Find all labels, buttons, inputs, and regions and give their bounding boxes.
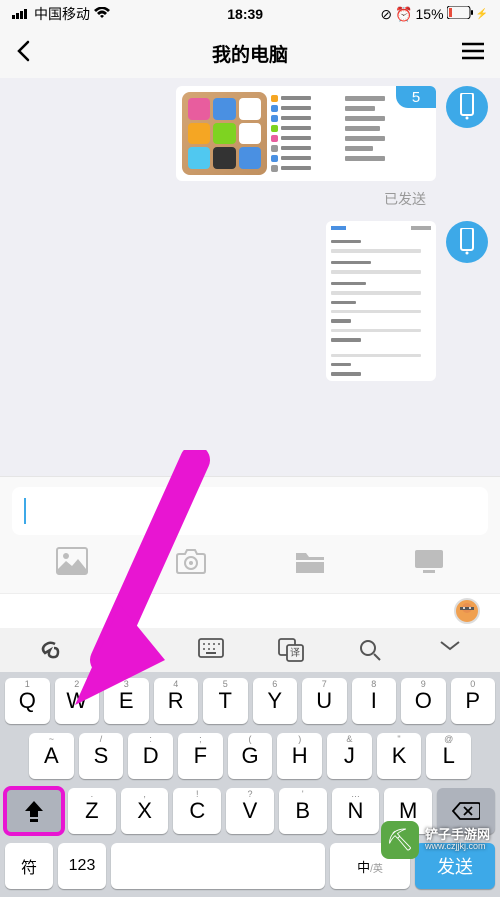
camera-icon[interactable] xyxy=(175,547,207,575)
battery-icon xyxy=(447,6,473,22)
key-x[interactable]: ,X xyxy=(121,788,169,834)
keyboard-edit-icon[interactable] xyxy=(198,638,222,662)
keyboard: 1Q2W3E4R5T6Y7U8I9O0P ~A/S:D;F(G)H&J"K@L … xyxy=(0,672,500,897)
key-j[interactable]: &J xyxy=(327,733,372,779)
shift-key[interactable] xyxy=(5,788,63,834)
status-time: 18:39 xyxy=(227,6,263,22)
screenshot-thumbnail xyxy=(182,92,267,175)
back-button[interactable] xyxy=(16,40,30,67)
message-row: 5 xyxy=(12,86,488,181)
key-q[interactable]: 1Q xyxy=(5,678,50,724)
key-w[interactable]: 2W xyxy=(55,678,100,724)
screenshot-thumbnail xyxy=(271,92,341,175)
translate-icon[interactable]: 译 xyxy=(278,638,302,662)
key-p[interactable]: 0P xyxy=(451,678,496,724)
key-g[interactable]: (G xyxy=(228,733,273,779)
search-icon[interactable] xyxy=(358,638,382,662)
number-key[interactable]: 123 xyxy=(58,843,106,889)
space-key[interactable] xyxy=(111,843,325,889)
watermark-url: www.czjjkj.com xyxy=(425,842,490,852)
symbol-key[interactable]: 符 xyxy=(5,843,53,889)
chat-messages[interactable]: 5 已发送 xyxy=(0,78,500,476)
attachment-toolbar xyxy=(12,535,488,583)
sender-avatar[interactable] xyxy=(446,221,488,263)
unread-badge: 5 xyxy=(396,86,436,108)
message-row xyxy=(12,221,488,381)
alarm-icon: ⏰ xyxy=(395,6,412,23)
key-n[interactable]: …N xyxy=(332,788,380,834)
key-t[interactable]: 5T xyxy=(203,678,248,724)
key-s[interactable]: /S xyxy=(79,733,124,779)
watermark: ⛏ 铲子手游网 www.czjjkj.com xyxy=(381,821,490,859)
monitor-icon[interactable] xyxy=(413,547,445,575)
keyboard-strip xyxy=(0,593,500,628)
key-r[interactable]: 4R xyxy=(154,678,199,724)
battery-percent: 15% xyxy=(416,6,444,22)
sent-status: 已发送 xyxy=(12,189,426,209)
key-b[interactable]: 'B xyxy=(279,788,327,834)
sender-avatar[interactable] xyxy=(446,86,488,128)
key-h[interactable]: )H xyxy=(277,733,322,779)
key-o[interactable]: 9O xyxy=(401,678,446,724)
chat-title: 我的电脑 xyxy=(212,40,288,67)
image-message[interactable]: 5 xyxy=(176,86,436,181)
collapse-icon[interactable] xyxy=(438,638,462,662)
watermark-icon: ⛏ xyxy=(381,821,419,859)
folder-icon[interactable] xyxy=(294,547,326,575)
key-z[interactable]: .Z xyxy=(68,788,116,834)
carrier-label: 中国移动 xyxy=(34,4,90,24)
menu-button[interactable] xyxy=(462,42,484,65)
text-cursor xyxy=(24,498,26,524)
signal-icon xyxy=(12,6,30,22)
key-row-2: ~A/S:D;F(G)H&J"K@L xyxy=(3,733,497,779)
key-f[interactable]: ;F xyxy=(178,733,223,779)
key-y[interactable]: 6Y xyxy=(253,678,298,724)
key-i[interactable]: 8I xyxy=(352,678,397,724)
key-d[interactable]: :D xyxy=(128,733,173,779)
image-message[interactable] xyxy=(326,221,436,381)
chat-header: 我的电脑 xyxy=(0,28,500,78)
status-bar: 中国移动 18:39 ⊘ ⏰ 15% ⚡ xyxy=(0,0,500,28)
input-area xyxy=(0,476,500,593)
svg-text:译: 译 xyxy=(290,647,300,659)
key-l[interactable]: @L xyxy=(426,733,471,779)
status-right: ⊘ ⏰ 15% ⚡ xyxy=(380,6,488,23)
message-input[interactable] xyxy=(12,487,488,535)
keyboard-toolbar: 译 xyxy=(0,628,500,672)
key-e[interactable]: 3E xyxy=(104,678,149,724)
key-u[interactable]: 7U xyxy=(302,678,347,724)
ime-avatar-icon[interactable] xyxy=(454,598,480,624)
wifi-icon xyxy=(94,6,110,22)
charging-icon: ⚡ xyxy=(476,9,488,20)
key-c[interactable]: !C xyxy=(173,788,221,834)
emoji-icon[interactable] xyxy=(118,638,142,662)
key-v[interactable]: ?V xyxy=(226,788,274,834)
key-a[interactable]: ~A xyxy=(29,733,74,779)
key-row-1: 1Q2W3E4R5T6Y7U8I9O0P xyxy=(3,678,497,724)
lock-icon: ⊘ xyxy=(380,6,392,23)
status-left: 中国移动 xyxy=(12,4,110,24)
gallery-icon[interactable] xyxy=(56,547,88,575)
sogou-icon[interactable] xyxy=(38,638,62,662)
key-k[interactable]: "K xyxy=(377,733,422,779)
